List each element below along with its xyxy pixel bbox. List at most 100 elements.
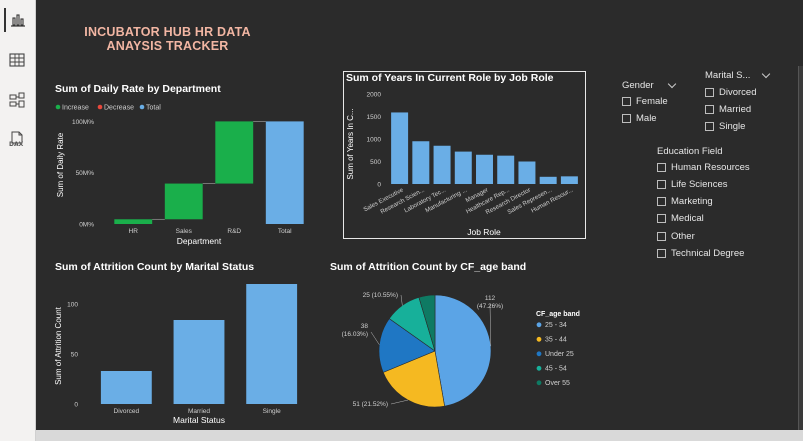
y-tick-label: 0 (74, 402, 78, 409)
x-axis-title: Job Role (467, 227, 501, 237)
legend-label-total: Total (146, 105, 161, 112)
report-view-button[interactable] (4, 8, 30, 32)
job-role-bar (433, 145, 451, 184)
marital-option-married[interactable]: Married (705, 104, 751, 115)
option-label: Single (719, 121, 746, 132)
canvas-scrollbar[interactable] (798, 66, 803, 430)
legend-label: 25 - 34 (545, 322, 567, 329)
x-tick-label: Divorced (114, 408, 140, 415)
job-role-bar (391, 112, 409, 184)
education-option-other[interactable]: Other (657, 231, 695, 242)
waterfall-bar-hr (114, 219, 153, 224)
job-role-bar (518, 161, 536, 184)
x-axis-title: Marital Status (173, 415, 225, 425)
legend-marker-total (139, 104, 145, 110)
education-option-human-resources[interactable]: Human Resources (657, 162, 750, 173)
legend-marker-over55 (536, 380, 542, 386)
attrition-marital-chart[interactable]: 0 50 100 Sum of Attrition Count Divorced Marr… (50, 276, 315, 428)
education-option-life-sciences[interactable]: Life Sciences (657, 179, 728, 190)
y-tick-label: 100M% (72, 119, 94, 126)
option-label: Life Sciences (671, 179, 728, 190)
checkbox-icon[interactable] (657, 197, 666, 206)
waterfall-bar-total (265, 121, 304, 224)
checkbox-icon[interactable] (705, 88, 714, 97)
y-tick-label: 50M% (76, 170, 95, 177)
checkbox-icon[interactable] (657, 180, 666, 189)
legend-marker-4554 (536, 365, 542, 371)
marital-option-divorced[interactable]: Divorced (705, 87, 757, 98)
table-view-button[interactable] (4, 48, 30, 72)
job-role-bar (454, 151, 472, 184)
model-view-icon (9, 92, 25, 108)
y-axis-title: Sum of Years In C... (346, 108, 355, 179)
marital-svg: 0 50 100 Sum of Attrition Count Divorced Marr… (54, 284, 298, 425)
y-tick-label: 50 (71, 352, 79, 359)
job-role-bar (539, 176, 557, 184)
report-title: INCUBATOR HUB HR DATA ANAYSIS TRACKER (70, 25, 265, 53)
y-tick-label: 100 (67, 302, 78, 309)
waterfall-svg: Increase Decrease Total 0M% 50M% 100M% Sum of … (55, 104, 304, 246)
marital-option-single[interactable]: Single (705, 121, 745, 132)
x-tick-label: R&D (227, 228, 241, 235)
legend-label: 35 - 44 (545, 337, 567, 344)
daily-rate-waterfall-chart[interactable]: Increase Decrease Total 0M% 50M% 100M% Sum of … (50, 98, 315, 250)
attrition-age-pie-chart[interactable]: 112 (47.26%) 51 (21.52%) 38 (16.03%) 25 (10.5… (330, 276, 600, 428)
checkbox-icon[interactable] (705, 105, 714, 114)
option-label: Married (719, 104, 752, 115)
job-role-bar (497, 155, 515, 184)
y-tick-label: 500 (370, 159, 381, 166)
pie-svg: 112(47.26%) 51 (21.52%) 38(16.03%) 25 (10.5… (342, 292, 580, 408)
checkbox-icon[interactable] (657, 214, 666, 223)
education-option-technical-degree[interactable]: Technical Degree (657, 248, 744, 259)
checkbox-icon[interactable] (622, 114, 631, 123)
waterfall-bar-rd (215, 121, 254, 184)
checkbox-icon[interactable] (657, 249, 666, 258)
legend-label: Over 55 (545, 380, 570, 387)
gender-option-male[interactable]: Male (622, 113, 657, 124)
table-view-icon (9, 53, 25, 67)
x-tick-label: Single (263, 408, 281, 415)
legend-label: 45 - 54 (545, 366, 567, 373)
x-tick-label: HR (129, 228, 139, 235)
job-role-bar (412, 141, 430, 184)
legend-label: Under 25 (545, 351, 574, 358)
checkbox-icon[interactable] (705, 122, 714, 131)
legend-label-increase: Increase (62, 105, 89, 112)
x-axis-title: Department (177, 236, 222, 246)
checkbox-icon[interactable] (622, 97, 631, 106)
education-option-marketing[interactable]: Marketing (657, 196, 713, 207)
x-tick-label: Sales (176, 228, 193, 235)
leader-line (400, 294, 403, 306)
y-axis-title: Sum of Daily Rate (56, 132, 65, 197)
years-in-role-chart[interactable]: 0 500 1000 1500 2000 Sum of Years In C... Sale… (343, 71, 586, 239)
option-label: Other (671, 231, 695, 242)
y-axis-title: Sum of Attrition Count (54, 306, 63, 385)
years-role-svg: 0500100015002000Sum of Years In C...Sale… (346, 92, 578, 237)
years-role-title: Sum of Years In Current Role by Job Role (346, 72, 554, 84)
pie-data-label: 38 (361, 323, 369, 330)
checkbox-icon[interactable] (657, 163, 666, 172)
pie-data-label: 112 (485, 295, 496, 302)
leader-line (370, 331, 380, 345)
checkbox-icon[interactable] (657, 232, 666, 241)
page-tabs-bar[interactable] (36, 430, 803, 441)
option-label: Medical (671, 213, 704, 224)
gender-option-female[interactable]: Female (622, 96, 668, 107)
gender-slicer-title: Gender (622, 80, 654, 91)
job-role-bar (560, 176, 578, 184)
option-label: Female (636, 96, 668, 107)
pie-legend-title: CF_age band (536, 311, 580, 318)
option-label: Human Resources (671, 162, 750, 173)
y-tick-label: 0M% (79, 222, 94, 229)
x-tick-label: Total (278, 228, 292, 235)
education-option-medical[interactable]: Medical (657, 213, 704, 224)
pie-data-label: 51 (21.52%) (353, 401, 388, 408)
powerbi-window: DAX INCUBATOR HUB HR DATA ANAYSIS TRACKE… (0, 0, 803, 441)
legend-marker-under25 (536, 351, 542, 357)
pie-data-label: (47.26%) (477, 303, 503, 310)
job-role-bar (476, 154, 493, 184)
report-title-line-2: ANAYSIS TRACKER (106, 39, 229, 53)
model-view-button[interactable] (4, 88, 30, 112)
dax-query-button[interactable]: DAX (4, 126, 30, 152)
legend-marker-2534 (536, 322, 542, 328)
